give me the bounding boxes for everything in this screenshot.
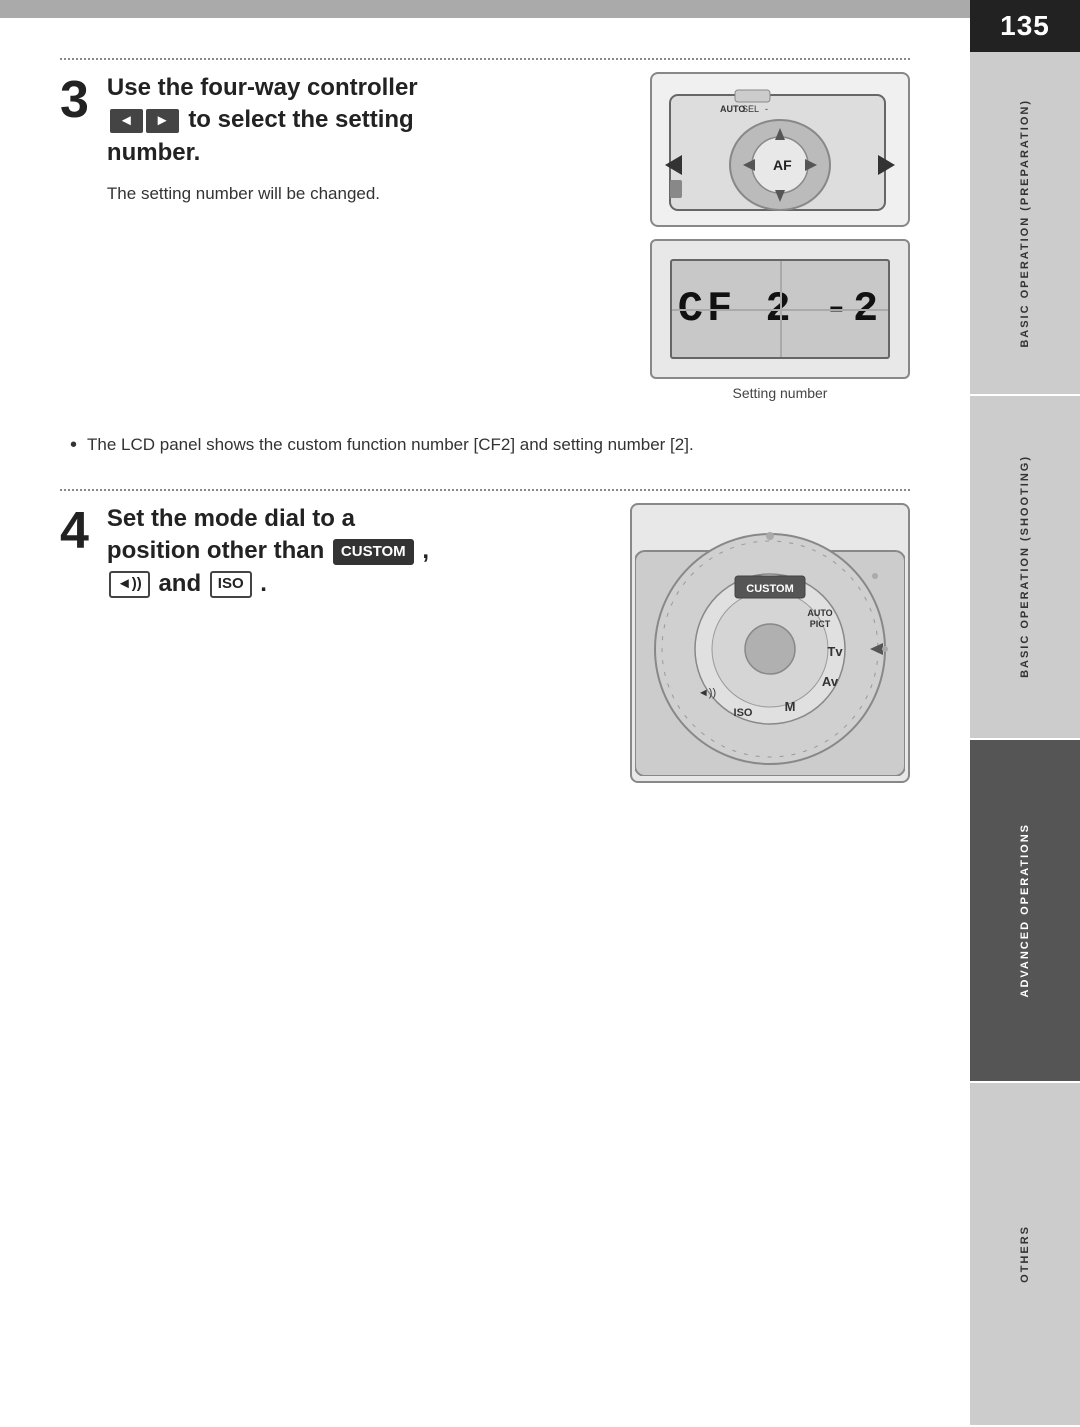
lcd-image: CF 2 -2 [650, 239, 910, 379]
section-4-heading: Set the mode dial to a position other th… [107, 503, 610, 600]
svg-text:AUTO: AUTO [807, 608, 832, 618]
section-4-number: 4 [60, 505, 89, 557]
sidebar-tab-advanced: ADVANCED OPERATIONS [970, 740, 1080, 1084]
top-bar [0, 0, 970, 18]
lcd-container: CF 2 -2 Setting number [650, 239, 910, 401]
controller-image: AUTO SEL - AF [650, 72, 910, 227]
section-4-period: . [260, 570, 267, 597]
iso-badge: ISO [210, 571, 252, 597]
svg-text:-: - [765, 104, 768, 114]
setting-number-label: Setting number [650, 385, 910, 401]
controller-svg: AUTO SEL - AF [660, 80, 900, 220]
bullet-section: • The LCD panel shows the custom functio… [60, 431, 910, 459]
mode-dial-image: CUSTOM AUTO PICT Tv Av M ISO ◄)) [630, 503, 910, 783]
sidebar-tab-label-basic-shoot: BASIC OPERATION (SHOOTING) [1019, 455, 1031, 678]
svg-text:SEL: SEL [742, 104, 759, 114]
svg-text:M: M [785, 699, 796, 714]
bullet-dot: • [70, 431, 77, 459]
sound-badge: ◄)) [109, 571, 150, 597]
section-3-images: AUTO SEL - AF [650, 72, 910, 401]
svg-text:◄)): ◄)) [698, 687, 716, 699]
sidebar-tab-label-others: OTHERS [1019, 1225, 1031, 1283]
custom-badge: CUSTOM [333, 539, 414, 565]
section-4-and: and [158, 570, 201, 597]
section-3-heading-line1: Use the four-way controller [107, 74, 418, 101]
mode-dial-svg: CUSTOM AUTO PICT Tv Av M ISO ◄)) [635, 511, 905, 776]
page-number-badge: 135 [970, 0, 1080, 52]
section-4-heading-line1: Set the mode dial to a [107, 505, 355, 532]
section-4-heading-line2: position other than [107, 537, 324, 564]
sidebar-tab-basic-prep: BASIC OPERATION (PREPARATION) [970, 52, 1080, 396]
svg-text:AF: AF [773, 157, 792, 173]
right-sidebar: BASIC OPERATION (PREPARATION) BASIC OPER… [970, 52, 1080, 1427]
section-4-comma: , [422, 537, 429, 564]
section-3: 3 Use the four-way controller ◄ ► to sel… [60, 58, 910, 401]
svg-text:Tv: Tv [827, 644, 843, 659]
section-3-body: The setting number will be changed. [107, 181, 630, 207]
sidebar-tab-label-advanced: ADVANCED OPERATIONS [1019, 823, 1031, 998]
page-number: 135 [1000, 10, 1050, 42]
sidebar-tab-basic-shoot: BASIC OPERATION (SHOOTING) [970, 396, 1080, 740]
section-4: 4 Set the mode dial to a position other … [60, 489, 910, 783]
section-4-text: Set the mode dial to a position other th… [107, 503, 630, 612]
sidebar-tab-label-basic-prep: BASIC OPERATION (PREPARATION) [1019, 99, 1031, 348]
section-3-heading-line2: to select the setting [188, 106, 413, 133]
lcd-screen: CF 2 -2 [670, 259, 890, 359]
svg-text:ISO: ISO [734, 707, 753, 719]
section-4-images: CUSTOM AUTO PICT Tv Av M ISO ◄)) [630, 503, 910, 783]
sidebar-tab-others: OTHERS [970, 1083, 1080, 1427]
svg-text:PICT: PICT [810, 619, 831, 629]
arrows-group: ◄ ► [110, 109, 179, 133]
right-arrow-btn: ► [146, 109, 179, 133]
left-arrow-btn: ◄ [110, 109, 143, 133]
main-content: 3 Use the four-way controller ◄ ► to sel… [0, 18, 960, 1427]
section-3-heading: Use the four-way controller ◄ ► to selec… [107, 72, 630, 169]
bullet-text: The LCD panel shows the custom function … [87, 431, 694, 458]
section-3-number: 3 [60, 74, 89, 126]
svg-text:Av: Av [822, 674, 839, 689]
section-3-text: Use the four-way controller ◄ ► to selec… [107, 72, 650, 207]
section-3-heading-line3: number. [107, 139, 200, 166]
lcd-grid [672, 261, 888, 357]
svg-text:CUSTOM: CUSTOM [746, 583, 793, 595]
